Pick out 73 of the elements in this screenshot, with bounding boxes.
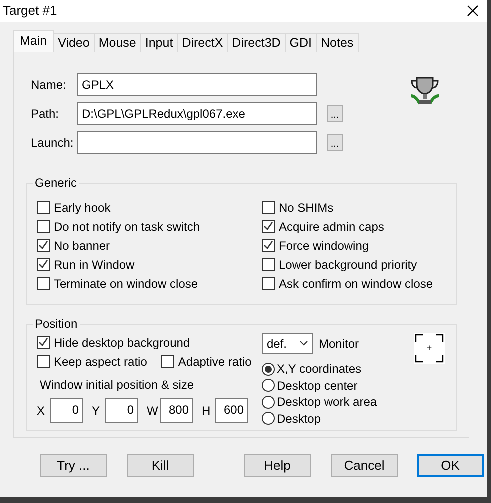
input-field[interactable]: 0	[105, 398, 138, 423]
checkbox-label: Keep aspect ratio	[54, 354, 148, 370]
dialog-button[interactable]: Help	[244, 454, 311, 477]
radio-label: Desktop center	[277, 378, 358, 395]
checkbox-label: Force windowing	[279, 238, 370, 254]
radio-button[interactable]	[262, 362, 275, 376]
input-field[interactable]: D:\GPL\GPLRedux\gpl067.exe	[77, 102, 317, 125]
checkbox[interactable]	[262, 239, 275, 252]
checkbox-label: Terminate on window close	[54, 276, 198, 292]
checkbox-label: Adaptive ratio	[178, 354, 252, 370]
checkbox-label: Ask confirm on window close	[279, 276, 434, 292]
checkbox[interactable]	[262, 258, 275, 271]
dialog-button[interactable]: Try ...	[40, 454, 107, 477]
checkbox[interactable]	[262, 201, 275, 214]
checkbox[interactable]	[37, 201, 50, 214]
input-field[interactable]: 800	[160, 398, 193, 423]
checkbox[interactable]	[37, 220, 50, 233]
tab[interactable]: Mouse	[94, 33, 142, 52]
browse-button[interactable]: ...	[327, 134, 343, 151]
checkbox-label: No banner	[54, 238, 110, 254]
dialog-button[interactable]: OK	[417, 454, 484, 477]
checkbox-label: No SHIMs	[279, 200, 334, 216]
group-title: Generic	[34, 175, 78, 192]
dropdown-label: Monitor	[319, 336, 360, 352]
checkbox[interactable]	[37, 239, 50, 252]
field-label: Launch:	[31, 134, 75, 152]
checkbox-label: Early hook	[54, 200, 111, 216]
checkbox-label: Run in Window	[54, 256, 135, 274]
radio-button[interactable]	[262, 379, 275, 392]
caption: Window initial position & size	[40, 377, 196, 394]
tab[interactable]: Input	[141, 33, 178, 52]
chevron-down-icon	[300, 341, 308, 346]
browse-button[interactable]: ...	[327, 105, 343, 122]
checkbox[interactable]	[37, 355, 50, 368]
coord-label: W	[147, 402, 160, 420]
checkbox[interactable]	[37, 258, 50, 271]
checkbox-label: Acquire admin caps	[279, 218, 384, 236]
checkbox[interactable]	[262, 220, 275, 233]
checkbox[interactable]	[37, 336, 50, 349]
coord-label: Y	[92, 402, 102, 420]
radio-label: X,Y coordinates	[277, 361, 362, 378]
close-icon[interactable]	[467, 5, 479, 17]
radio-label: Desktop work area	[277, 394, 378, 412]
checkbox[interactable]	[262, 277, 275, 290]
tab[interactable]: Notes	[317, 33, 359, 52]
dialog-button[interactable]: Kill	[127, 454, 194, 477]
input-field[interactable]: 0	[50, 398, 83, 423]
checkbox-label: Do not notify on task switch	[54, 218, 200, 236]
checkbox-label: Hide desktop background	[54, 334, 190, 352]
tab[interactable]: Direct3D	[228, 33, 286, 52]
checkbox[interactable]	[37, 277, 50, 290]
radio-label: Desktop	[277, 410, 322, 428]
tab[interactable]: GDI	[286, 33, 318, 52]
tab[interactable]: DirectX	[178, 33, 228, 52]
dialog-button[interactable]: Cancel	[331, 454, 398, 477]
coord-label: X	[37, 402, 46, 420]
input-field[interactable]: 600	[215, 398, 248, 423]
crosshair-target-icon[interactable]: +	[414, 333, 445, 364]
window-title: Target #1	[3, 2, 58, 20]
tab[interactable]: Video	[54, 33, 95, 52]
checkbox-label: Lower background priority	[279, 256, 418, 274]
radio-button[interactable]	[262, 412, 275, 426]
field-label: Path:	[31, 106, 60, 122]
field-label: Name:	[31, 76, 68, 94]
input-field[interactable]: GPLX	[77, 73, 317, 96]
tab[interactable]: Main	[13, 30, 54, 52]
checkbox[interactable]	[161, 355, 174, 368]
radio-button[interactable]	[262, 396, 275, 409]
input-field[interactable]	[77, 131, 317, 154]
trophy-icon	[409, 76, 441, 106]
dropdown[interactable]: def.	[262, 333, 313, 354]
group-title: Position	[34, 316, 79, 333]
coord-label: H	[202, 402, 212, 420]
